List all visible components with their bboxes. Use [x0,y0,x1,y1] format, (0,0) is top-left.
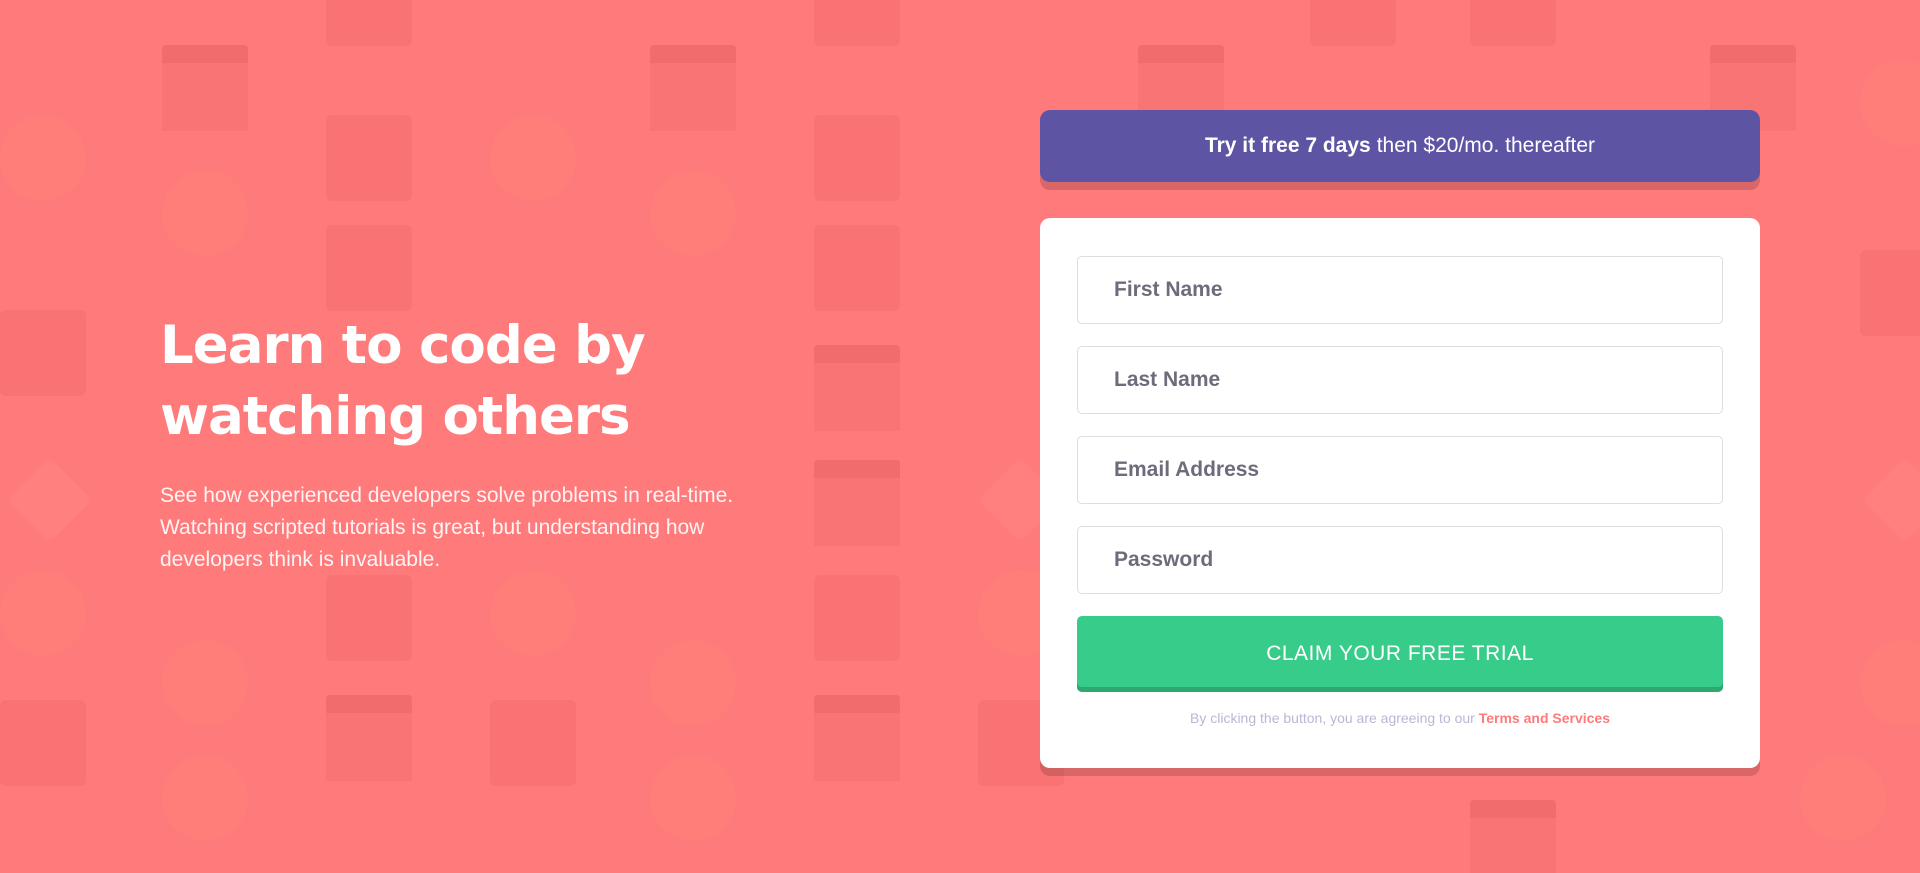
hero-description: See how experienced developers solve pro… [160,484,734,571]
promo-text: then $20/mo. thereafter [1376,134,1596,157]
terms-link[interactable]: Terms and Services [1479,710,1610,726]
lightbulb-icon [1800,755,1886,841]
globe-icon [0,570,86,656]
headset-icon [0,115,86,201]
signup-form: CLAIM YOUR FREE TRIAL By clicking the bu… [1040,218,1760,768]
lightbulb-icon [650,755,736,841]
browser-window-icon [1470,800,1556,873]
terms-prefix: By clicking the button, you are agreeing… [1190,710,1475,726]
rocket-icon [1862,457,1920,543]
lifebuoy-icon [1860,640,1920,726]
headset-icon [490,115,576,201]
hero-title: Learn to code by watching others [160,310,800,452]
promo-bold-text: Try it free 7 days [1204,134,1371,157]
network-icon [650,170,736,256]
first-name-input[interactable] [1114,278,1722,302]
puzzle-icon [814,225,900,311]
gear-icon [814,345,900,431]
calendar-icon [490,700,576,786]
password-field[interactable] [1077,526,1723,594]
chart-icon [326,0,412,46]
email-field[interactable] [1077,436,1723,504]
last-name-input[interactable] [1114,368,1722,392]
browser-window-icon [326,695,412,781]
first-name-field[interactable] [1077,256,1723,324]
key-icon [814,575,900,661]
hero-title-line2: watching others [160,386,631,447]
claim-free-trial-button[interactable]: CLAIM YOUR FREE TRIAL [1077,616,1723,692]
lifebuoy-icon [650,640,736,726]
chart-icon [814,0,900,46]
chart-icon [0,310,86,396]
browser-window-icon [162,45,248,131]
key-icon [326,575,412,661]
network-icon [162,170,248,256]
hero-title-line1: Learn to code by [160,315,646,376]
browser-window-icon [814,695,900,781]
promo-banner: Try it free 7 days then $20/mo. thereaft… [1040,110,1760,182]
toolbox-icon [814,115,900,201]
lifebuoy-icon [162,640,248,726]
password-input[interactable] [1114,548,1722,572]
headset-icon [1860,60,1920,146]
chart-icon [1470,0,1556,46]
rocket-icon [7,457,93,543]
search-window-icon [814,460,900,546]
globe-icon [490,570,576,656]
last-name-field[interactable] [1077,346,1723,414]
signup-section: Try it free 7 days then $20/mo. thereaft… [1040,110,1760,768]
puzzle-icon [326,225,412,311]
calendar-icon [0,700,86,786]
email-input[interactable] [1114,458,1722,482]
toolbox-icon [326,115,412,201]
chart-icon [1310,0,1396,46]
terms-notice: By clicking the button, you are agreeing… [1077,710,1723,726]
hero-section: Learn to code by watching others See how… [160,310,800,576]
browser-window-icon [650,45,736,131]
puzzle-icon [1860,250,1920,336]
lightbulb-icon [162,755,248,841]
